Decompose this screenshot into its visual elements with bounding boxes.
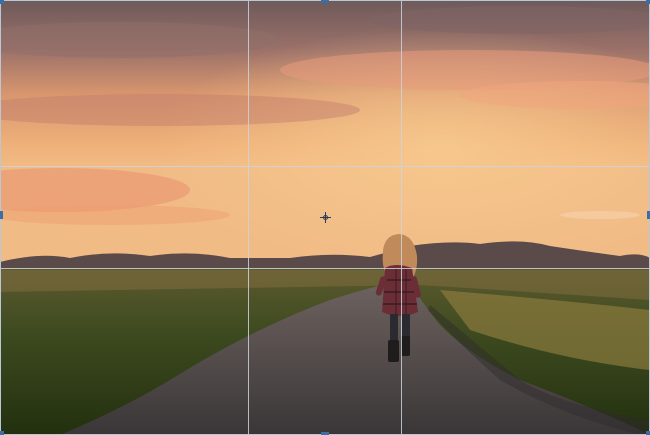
crop-handle-bottom-right[interactable] [646,431,650,435]
crop-canvas[interactable] [0,0,650,435]
grid-line-vertical-1 [248,0,249,435]
crop-handle-top-left[interactable] [0,0,4,4]
grid-line-vertical-2 [401,0,402,435]
crop-handle-left[interactable] [0,211,3,219]
crop-handle-bottom-left[interactable] [0,431,4,435]
grid-line-horizontal-1 [0,166,650,167]
crosshair-pivot-icon[interactable] [320,212,331,223]
grid-line-horizontal-2 [0,268,650,269]
crop-handle-top-right[interactable] [646,0,650,4]
crop-handle-top[interactable] [321,0,329,3]
